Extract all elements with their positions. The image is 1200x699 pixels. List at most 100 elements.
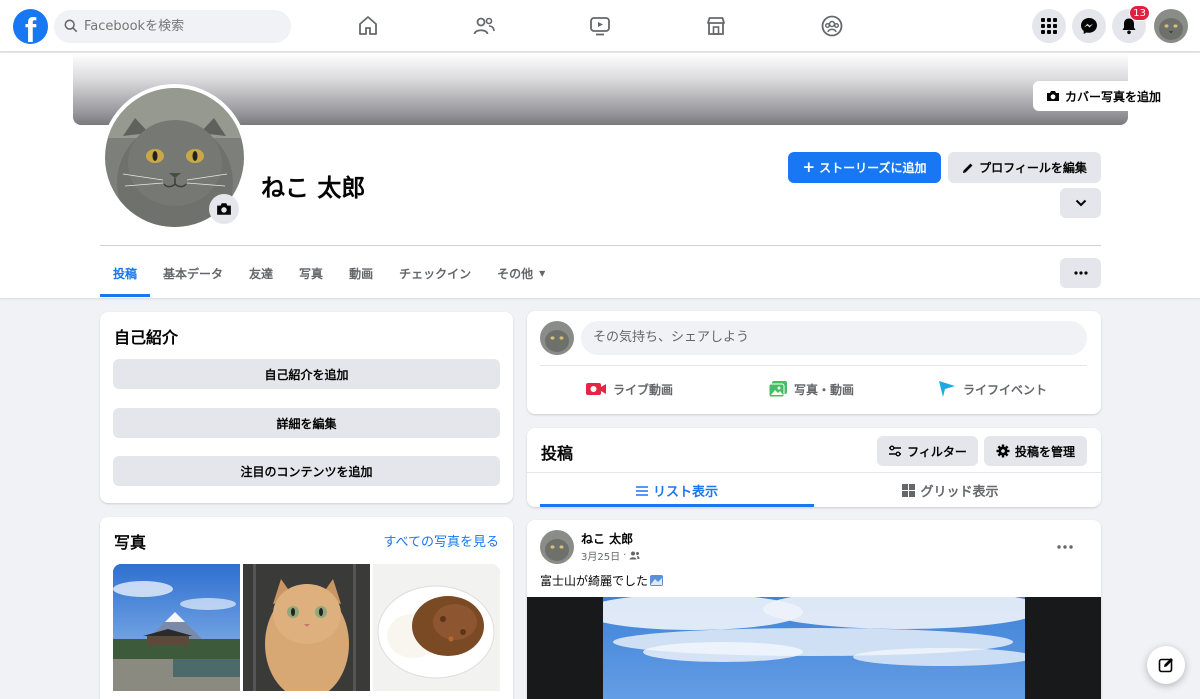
list-view-tab[interactable]: リスト表示 <box>540 474 814 507</box>
profile-header: カバー写真を追加 ねこ 太郎 + ストーリーズに追加 プロフィールを編集 投稿 … <box>0 53 1200 298</box>
tab-label: 写真 <box>299 266 324 281</box>
add-bio-button[interactable]: 自己紹介を追加 <box>113 359 500 389</box>
top-navigation-bar: f 13 <box>0 0 1200 52</box>
post-composer: その気持ち、シェアしよう ライブ動画 写真・動画 ライフイベント <box>527 311 1101 414</box>
notifications-button[interactable]: 13 <box>1112 5 1150 43</box>
more-dots-icon <box>1057 545 1073 549</box>
composer-divider <box>540 365 1087 366</box>
post-text: 富士山が綺麗でした <box>540 572 664 589</box>
mount-fuji-photo <box>113 564 240 691</box>
post-image[interactable] <box>527 597 1101 699</box>
intro-title: 自己紹介 <box>114 328 179 347</box>
post-meta: 3月25日 · <box>581 548 640 563</box>
edit-details-button[interactable]: 詳細を編集 <box>113 408 500 438</box>
watch-icon[interactable] <box>588 14 612 38</box>
update-profile-picture-button[interactable] <box>209 194 239 224</box>
add-cover-photo-button[interactable]: カバー写真を追加 <box>1033 81 1174 111</box>
grid-icon <box>902 484 916 497</box>
tab-label: その他 <box>497 266 534 281</box>
search-input[interactable] <box>84 10 284 43</box>
messenger-button[interactable] <box>1072 9 1106 43</box>
caret-down-icon: ▼ <box>539 268 546 278</box>
add-cover-photo-label: カバー写真を追加 <box>1064 89 1161 104</box>
edit-profile-button[interactable]: プロフィールを編集 <box>948 152 1101 183</box>
list-view-label: リスト表示 <box>652 485 718 500</box>
new-message-button[interactable] <box>1147 646 1185 684</box>
photo-video-label: 写真・動画 <box>794 382 855 397</box>
photo-thumbnail[interactable] <box>373 564 500 691</box>
post-card: ねこ 太郎 3月25日 · 富士山が綺麗でした <box>527 520 1101 699</box>
tab-about[interactable]: 基本データ <box>150 249 236 297</box>
cat-avatar-icon <box>540 321 574 355</box>
photo-thumbnail[interactable] <box>113 564 240 691</box>
tab-label: 動画 <box>349 266 374 281</box>
photos-card: 写真 すべての写真を見る <box>100 517 513 699</box>
tab-label: 投稿 <box>113 266 138 281</box>
life-event-label: ライフイベント <box>963 382 1048 397</box>
grid-view-label: グリッド表示 <box>920 485 999 500</box>
menu-button[interactable] <box>1032 9 1066 43</box>
composer-avatar[interactable] <box>540 321 574 355</box>
post-author-name[interactable]: ねこ 太郎 <box>581 530 633 547</box>
gear-icon <box>996 444 1010 458</box>
posts-title: 投稿 <box>541 444 574 463</box>
post-author-avatar[interactable] <box>540 530 574 564</box>
see-all-photos-link[interactable]: すべての写真を見る <box>383 531 499 550</box>
groups-icon[interactable] <box>820 14 844 38</box>
friends-audience-icon <box>629 551 640 560</box>
post-options-button[interactable] <box>1057 534 1073 553</box>
compose-icon <box>1158 658 1173 673</box>
more-dots-icon <box>1073 271 1088 275</box>
add-to-story-button[interactable]: + ストーリーズに追加 <box>788 152 941 183</box>
cat-avatar-icon <box>1154 9 1188 43</box>
plus-icon: + <box>802 158 816 176</box>
photo-icon <box>768 381 787 398</box>
sunrise-emoji-icon <box>650 575 664 586</box>
grid-menu-icon <box>1041 18 1057 34</box>
camera-icon <box>217 203 231 215</box>
curry-rice-photo <box>373 564 500 691</box>
add-featured-button[interactable]: 注目のコンテンツを追加 <box>113 456 500 486</box>
live-video-label: ライブ動画 <box>613 382 674 397</box>
intro-card: 自己紹介 自己紹介を追加 詳細を編集 注目のコンテンツを追加 <box>100 312 513 503</box>
tab-posts[interactable]: 投稿 <box>100 249 151 297</box>
tab-more[interactable]: その他 ▼ <box>484 249 558 297</box>
search-box[interactable] <box>54 10 291 43</box>
list-icon <box>635 485 648 496</box>
manage-posts-button[interactable]: 投稿を管理 <box>984 436 1087 466</box>
photo-thumbnail[interactable] <box>243 564 370 691</box>
live-video-icon <box>586 383 606 395</box>
manage-posts-label: 投稿を管理 <box>1014 444 1075 459</box>
grid-view-tab[interactable]: グリッド表示 <box>814 474 1087 507</box>
photo-video-button[interactable]: 写真・動画 <box>768 374 854 404</box>
notification-badge: 13 <box>1129 5 1150 21</box>
cat-avatar-icon <box>540 530 574 564</box>
marketplace-icon[interactable] <box>704 14 728 38</box>
tab-videos[interactable]: 動画 <box>336 249 386 297</box>
search-icon <box>64 19 78 33</box>
post-date[interactable]: 3月25日 <box>581 548 620 563</box>
tab-label: チェックイン <box>399 266 472 281</box>
composer-input[interactable]: その気持ち、シェアしよう <box>581 321 1087 355</box>
account-avatar[interactable] <box>1154 9 1188 43</box>
filter-sliders-icon <box>889 445 902 457</box>
profile-options-button[interactable] <box>1060 188 1101 218</box>
profile-tabs: 投稿 基本データ 友達 写真 動画 チェックイン その他 ▼ <box>100 249 558 297</box>
tab-friends[interactable]: 友達 <box>236 249 286 297</box>
friends-icon[interactable] <box>472 14 496 38</box>
tab-check-ins[interactable]: チェックイン <box>386 249 484 297</box>
edit-profile-label: プロフィールを編集 <box>979 161 1087 175</box>
pencil-icon <box>963 163 973 173</box>
filter-button[interactable]: フィルター <box>877 436 978 466</box>
profile-name: ねこ 太郎 <box>261 174 366 202</box>
orange-cat-photo <box>243 564 370 691</box>
facebook-logo-icon[interactable]: f <box>13 9 48 44</box>
messenger-icon <box>1081 18 1097 34</box>
post-text-content: 富士山が綺麗でした <box>540 574 649 588</box>
flag-icon <box>939 381 955 397</box>
life-event-button[interactable]: ライフイベント <box>937 374 1047 404</box>
tabs-more-options-button[interactable] <box>1060 258 1101 288</box>
tab-photos[interactable]: 写真 <box>286 249 336 297</box>
home-icon[interactable] <box>356 14 380 38</box>
live-video-button[interactable]: ライブ動画 <box>585 374 673 404</box>
